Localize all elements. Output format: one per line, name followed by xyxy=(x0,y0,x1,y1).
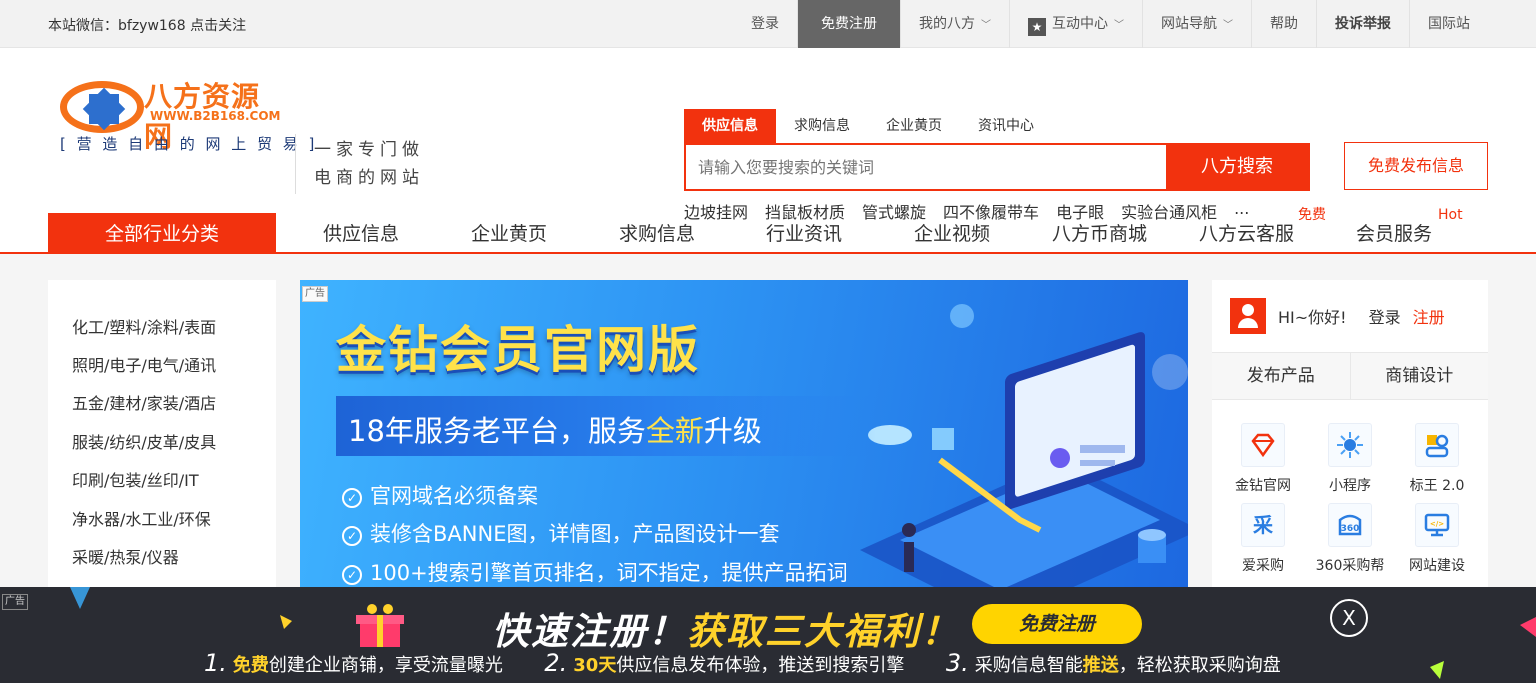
side-register-link[interactable]: 注册 xyxy=(1413,304,1445,328)
monitor-icon: </> xyxy=(1415,503,1459,547)
category-item[interactable]: 印刷/包装/丝印/IT xyxy=(72,467,199,491)
category-item[interactable]: 五金/建材/家装/酒店 xyxy=(72,390,216,414)
search-tab-buy[interactable]: 求购信息 xyxy=(776,109,868,143)
interact-center-menu[interactable]: ★ 互动中心 ﹀ xyxy=(1009,0,1142,48)
slogan-line-2: 电商的网站 xyxy=(314,168,424,188)
logo-mark-icon xyxy=(60,81,144,133)
side-login-link[interactable]: 登录 xyxy=(1369,304,1401,328)
check-icon: ✓ xyxy=(342,526,362,546)
nav-company[interactable]: 企业黄页 xyxy=(471,213,547,256)
search-tab-supply[interactable]: 供应信息 xyxy=(684,109,776,143)
nav-video[interactable]: 企业视频 xyxy=(914,213,990,256)
search-tab-company[interactable]: 企业黄页 xyxy=(868,109,960,143)
search-area: 供应信息 求购信息 企业黄页 资讯中心 八方搜索 边坡挂网 挡鼠板材质 管式螺旋… xyxy=(684,109,1310,223)
intl-link[interactable]: 国际站 xyxy=(1409,0,1488,48)
complaint-link[interactable]: 投诉举报 xyxy=(1316,0,1409,48)
user-panel: HI~你好! 登录 注册 发布产品 商铺设计 金钻官网 小程序 标王 2.0 采… xyxy=(1212,280,1488,590)
site-logo[interactable]: 八方资源网 WWW.B2B168.COM [ 营 造 自 由 的 网 上 贸 易… xyxy=(60,75,314,195)
avatar-icon xyxy=(1230,298,1266,334)
site-nav-menu[interactable]: 网站导航 ﹀ xyxy=(1142,0,1251,48)
nav-supply[interactable]: 供应信息 xyxy=(323,213,399,256)
free-badge: 免费 xyxy=(1298,207,1326,223)
top-links: 登录 免费注册 我的八方 ﹀ ★ 互动中心 ﹀ 网站导航 ﹀ 帮助 投诉举报 国际站 xyxy=(733,0,1488,48)
all-categories-button[interactable]: 全部行业分类 xyxy=(48,213,276,254)
category-item[interactable]: 服装/纺织/皮革/皮具 xyxy=(72,429,216,453)
service-360[interactable]: 360 360采购帮 xyxy=(1304,503,1396,575)
service-website[interactable]: </> 网站建设 xyxy=(1391,503,1483,575)
tab-publish-product[interactable]: 发布产品 xyxy=(1212,353,1350,399)
service-jinzuan[interactable]: 金钻官网 xyxy=(1217,423,1309,495)
tab-shop-design[interactable]: 商铺设计 xyxy=(1349,353,1488,399)
nav-news[interactable]: 行业资讯 xyxy=(766,213,842,256)
hot-badge: Hot xyxy=(1438,207,1463,223)
search-tabs: 供应信息 求购信息 企业黄页 资讯中心 xyxy=(684,109,1310,143)
360-icon: 360 xyxy=(1328,503,1372,547)
nav-buy[interactable]: 求购信息 xyxy=(619,213,695,256)
slogan-line-1: 一家专门做 xyxy=(314,140,424,160)
search-box: 八方搜索 xyxy=(684,143,1310,191)
banner-point: ✓ 装修含BANNE图，详情图，产品图设计一套 xyxy=(342,518,779,548)
bottom-ad-title: 快速注册！获取三大福利！ xyxy=(492,610,960,653)
svg-text:360: 360 xyxy=(1341,524,1360,534)
bottom-ad-benefits: 1. 免费创建企业商铺，享受流量曝光 2. 30天供应信息发布体验，推送到搜索引擎 … xyxy=(204,649,1281,677)
my-bafang-menu[interactable]: 我的八方 ﹀ xyxy=(900,0,1009,48)
category-list: 化工/塑料/涂料/表面 照明/电子/电气/通讯 五金/建材/家装/酒店 服装/纺… xyxy=(48,280,276,605)
category-item[interactable]: 采暖/热泵/仪器 xyxy=(72,544,179,568)
nav-cloud-service[interactable]: 八方云客服 xyxy=(1199,213,1294,256)
banner-subtitle: 18年服务老平台，服务全新升级 xyxy=(348,414,762,448)
side-tabs: 发布产品 商铺设计 xyxy=(1212,352,1488,400)
service-king[interactable]: 标王 2.0 xyxy=(1391,423,1483,495)
purchase-icon: 采 xyxy=(1241,503,1285,547)
interact-center-label: 互动中心 xyxy=(1052,16,1108,32)
search-tab-news[interactable]: 资讯中心 xyxy=(960,109,1052,143)
chevron-down-icon: ﹀ xyxy=(1223,20,1233,31)
site-nav-label: 网站导航 xyxy=(1161,16,1217,32)
diamond-icon xyxy=(1241,423,1285,467)
category-item[interactable]: 净水器/水工业/环保 xyxy=(72,506,211,530)
nav-member[interactable]: 会员服务 xyxy=(1356,213,1432,256)
chevron-down-icon: ﹀ xyxy=(981,20,991,31)
close-icon[interactable]: X xyxy=(1330,599,1368,637)
check-icon: ✓ xyxy=(342,565,362,585)
main-nav: 全部行业分类 供应信息 企业黄页 求购信息 行业资讯 企业视频 八方币商城 八方… xyxy=(0,207,1536,256)
banner-point: ✓ 官网域名必须备案 xyxy=(342,480,538,510)
wechat-follow[interactable]: 本站微信：bfzyw168 点击关注 xyxy=(48,15,246,35)
search-button[interactable]: 八方搜索 xyxy=(1166,145,1308,189)
category-item[interactable]: 照明/电子/电气/通讯 xyxy=(72,352,216,376)
nav-mall[interactable]: 八方币商城 xyxy=(1052,213,1147,256)
login-link[interactable]: 登录 xyxy=(733,0,797,48)
slogan: 一家专门做 电商的网站 xyxy=(314,136,424,192)
star-icon: ★ xyxy=(1028,18,1046,36)
help-link[interactable]: 帮助 xyxy=(1251,0,1316,48)
header: 八方资源网 WWW.B2B168.COM [ 营 造 自 由 的 网 上 贸 易… xyxy=(0,48,1536,254)
my-bafang-label: 我的八方 xyxy=(919,16,975,32)
search-input[interactable] xyxy=(686,145,1166,189)
top-bar: 本站微信：bfzyw168 点击关注 登录 免费注册 我的八方 ﹀ ★ 互动中心 ﹀ … xyxy=(0,0,1536,48)
user-greeting-row: HI~你好! 登录 注册 xyxy=(1230,298,1445,334)
king-icon xyxy=(1415,423,1459,467)
bottom-register-ad[interactable]: 广告 快速注册！获取三大福利！ 免费注册 X 1. 免费创建企业商铺，享受流量曝光… xyxy=(0,587,1536,683)
chevron-down-icon: ﹀ xyxy=(1114,20,1124,31)
greeting: HI~你好! xyxy=(1278,308,1347,327)
banner-point: ✓ 100+搜索引擎首页排名，词不指定，提供产品拓词 xyxy=(342,557,848,587)
logo-tagline: [ 营 造 自 由 的 网 上 贸 易 ] xyxy=(60,135,318,153)
publish-info-button[interactable]: 免费发布信息 xyxy=(1344,142,1488,190)
logo-url: WWW.B2B168.COM xyxy=(150,109,281,123)
service-aicaigou[interactable]: 采 爱采购 xyxy=(1217,503,1309,575)
check-icon: ✓ xyxy=(342,488,362,508)
banner-title: 金钻会员官网版 xyxy=(336,321,700,379)
register-link[interactable]: 免费注册 xyxy=(797,0,900,48)
miniprogram-icon xyxy=(1328,423,1372,467)
category-item[interactable]: 化工/塑料/涂料/表面 xyxy=(72,314,216,338)
promo-banner[interactable]: 广告 金钻会员官网版 18年服务老平台，服务全新升级 ✓ 官网域名必须备案 ✓ 装修… xyxy=(300,280,1188,590)
divider xyxy=(295,134,296,194)
service-miniprogram[interactable]: 小程序 xyxy=(1304,423,1396,495)
svg-text:</>: </> xyxy=(1430,520,1444,528)
bottom-ad-register-button[interactable]: 免费注册 xyxy=(972,604,1142,644)
